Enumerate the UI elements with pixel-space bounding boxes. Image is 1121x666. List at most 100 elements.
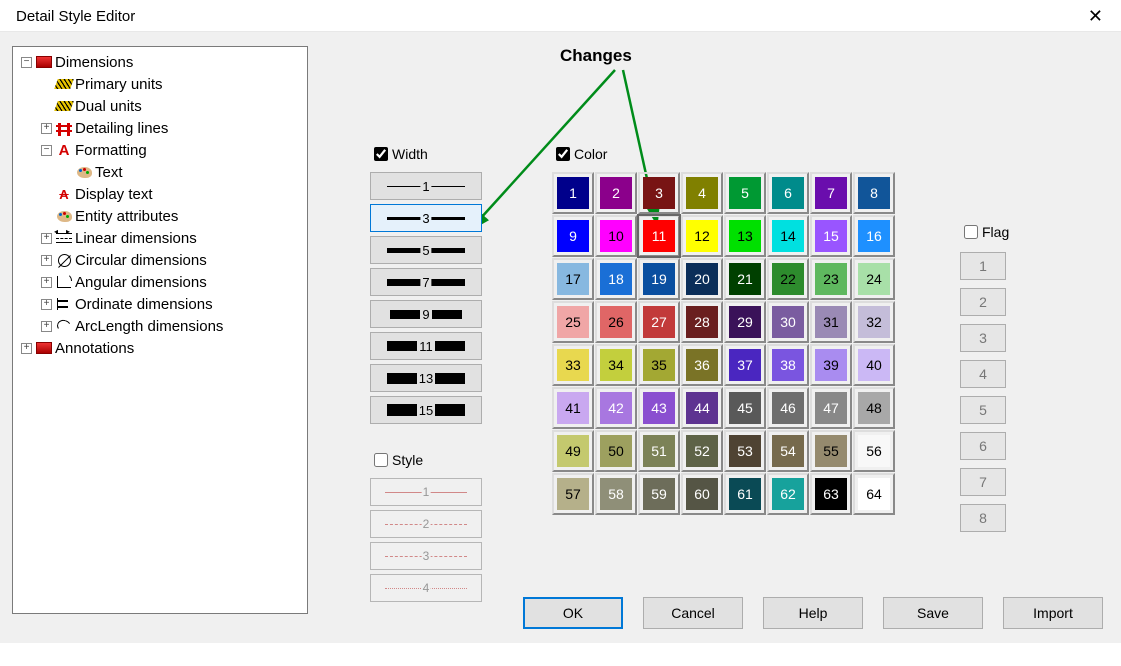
- collapse-icon[interactable]: −: [21, 57, 32, 68]
- color-swatch[interactable]: 19: [638, 258, 680, 300]
- color-swatch[interactable]: 37: [724, 344, 766, 386]
- flag-option[interactable]: 2: [960, 288, 1006, 316]
- width-checkbox[interactable]: [374, 147, 388, 161]
- color-swatch[interactable]: 22: [767, 258, 809, 300]
- tree-item[interactable]: Primary units: [13, 73, 307, 95]
- color-swatch[interactable]: 61: [724, 473, 766, 515]
- tree-item[interactable]: ADisplay text: [13, 183, 307, 205]
- width-option[interactable]: 9: [370, 300, 482, 328]
- color-swatch[interactable]: 17: [552, 258, 594, 300]
- save-button[interactable]: Save: [883, 597, 983, 629]
- color-swatch[interactable]: 47: [810, 387, 852, 429]
- flag-checkbox[interactable]: [964, 225, 978, 239]
- style-checkbox[interactable]: [374, 453, 388, 467]
- color-swatch[interactable]: 50: [595, 430, 637, 472]
- color-swatch[interactable]: 18: [595, 258, 637, 300]
- expand-icon[interactable]: +: [21, 343, 32, 354]
- color-swatch[interactable]: 6: [767, 172, 809, 214]
- color-swatch[interactable]: 10: [595, 215, 637, 257]
- flag-option[interactable]: 8: [960, 504, 1006, 532]
- width-option[interactable]: 5: [370, 236, 482, 264]
- style-option[interactable]: 2: [370, 510, 482, 538]
- color-swatch[interactable]: 27: [638, 301, 680, 343]
- color-swatch[interactable]: 60: [681, 473, 723, 515]
- color-swatch[interactable]: 1: [552, 172, 594, 214]
- color-swatch[interactable]: 5: [724, 172, 766, 214]
- tree-item[interactable]: −AFormatting: [13, 139, 307, 161]
- color-swatch[interactable]: 25: [552, 301, 594, 343]
- width-option[interactable]: 13: [370, 364, 482, 392]
- width-option[interactable]: 1: [370, 172, 482, 200]
- ok-button[interactable]: OK: [523, 597, 623, 629]
- color-swatch[interactable]: 23: [810, 258, 852, 300]
- color-swatch[interactable]: 57: [552, 473, 594, 515]
- flag-option[interactable]: 7: [960, 468, 1006, 496]
- color-checkbox-label[interactable]: Color: [552, 144, 895, 164]
- tree-item[interactable]: +Annotations: [13, 337, 307, 359]
- color-swatch[interactable]: 30: [767, 301, 809, 343]
- color-swatch[interactable]: 34: [595, 344, 637, 386]
- expand-icon[interactable]: +: [41, 233, 52, 244]
- color-swatch[interactable]: 4: [681, 172, 723, 214]
- expand-icon[interactable]: +: [41, 277, 52, 288]
- tree-item[interactable]: Dual units: [13, 95, 307, 117]
- width-option[interactable]: 11: [370, 332, 482, 360]
- color-swatch[interactable]: 13: [724, 215, 766, 257]
- width-option[interactable]: 7: [370, 268, 482, 296]
- color-swatch[interactable]: 35: [638, 344, 680, 386]
- help-button[interactable]: Help: [763, 597, 863, 629]
- color-swatch[interactable]: 15: [810, 215, 852, 257]
- color-swatch[interactable]: 44: [681, 387, 723, 429]
- style-option[interactable]: 4: [370, 574, 482, 602]
- color-swatch[interactable]: 46: [767, 387, 809, 429]
- color-swatch[interactable]: 62: [767, 473, 809, 515]
- color-swatch[interactable]: 3: [638, 172, 680, 214]
- style-option[interactable]: 3: [370, 542, 482, 570]
- color-swatch[interactable]: 58: [595, 473, 637, 515]
- import-button[interactable]: Import: [1003, 597, 1103, 629]
- color-swatch[interactable]: 51: [638, 430, 680, 472]
- color-swatch[interactable]: 2: [595, 172, 637, 214]
- expand-icon[interactable]: +: [41, 255, 52, 266]
- width-checkbox-label[interactable]: Width: [370, 144, 482, 164]
- tree-item[interactable]: −Dimensions: [13, 51, 307, 73]
- color-swatch[interactable]: 12: [681, 215, 723, 257]
- color-swatch[interactable]: 41: [552, 387, 594, 429]
- tree-item[interactable]: +Ordinate dimensions: [13, 293, 307, 315]
- color-swatch[interactable]: 59: [638, 473, 680, 515]
- color-swatch[interactable]: 45: [724, 387, 766, 429]
- color-swatch[interactable]: 32: [853, 301, 895, 343]
- tree-item[interactable]: +Detailing lines: [13, 117, 307, 139]
- style-checkbox-label[interactable]: Style: [370, 450, 482, 470]
- color-swatch[interactable]: 8: [853, 172, 895, 214]
- color-swatch[interactable]: 14: [767, 215, 809, 257]
- color-swatch[interactable]: 28: [681, 301, 723, 343]
- color-swatch[interactable]: 63: [810, 473, 852, 515]
- flag-option[interactable]: 1: [960, 252, 1006, 280]
- color-swatch[interactable]: 54: [767, 430, 809, 472]
- color-swatch[interactable]: 29: [724, 301, 766, 343]
- color-swatch[interactable]: 52: [681, 430, 723, 472]
- expand-icon[interactable]: +: [41, 299, 52, 310]
- style-option[interactable]: 1: [370, 478, 482, 506]
- color-swatch[interactable]: 9: [552, 215, 594, 257]
- expand-icon[interactable]: +: [41, 321, 52, 332]
- cancel-button[interactable]: Cancel: [643, 597, 743, 629]
- color-swatch[interactable]: 31: [810, 301, 852, 343]
- color-swatch[interactable]: 53: [724, 430, 766, 472]
- tree-item[interactable]: Entity attributes: [13, 205, 307, 227]
- collapse-icon[interactable]: −: [41, 145, 52, 156]
- color-swatch[interactable]: 24: [853, 258, 895, 300]
- flag-checkbox-label[interactable]: Flag: [960, 222, 1009, 242]
- expand-icon[interactable]: +: [41, 123, 52, 134]
- tree-item[interactable]: Text: [13, 161, 307, 183]
- flag-option[interactable]: 5: [960, 396, 1006, 424]
- flag-option[interactable]: 3: [960, 324, 1006, 352]
- width-option[interactable]: 3: [370, 204, 482, 232]
- tree-item[interactable]: +Linear dimensions: [13, 227, 307, 249]
- tree-item[interactable]: +ArcLength dimensions: [13, 315, 307, 337]
- color-swatch[interactable]: 48: [853, 387, 895, 429]
- color-swatch[interactable]: 26: [595, 301, 637, 343]
- color-swatch[interactable]: 43: [638, 387, 680, 429]
- color-swatch[interactable]: 49: [552, 430, 594, 472]
